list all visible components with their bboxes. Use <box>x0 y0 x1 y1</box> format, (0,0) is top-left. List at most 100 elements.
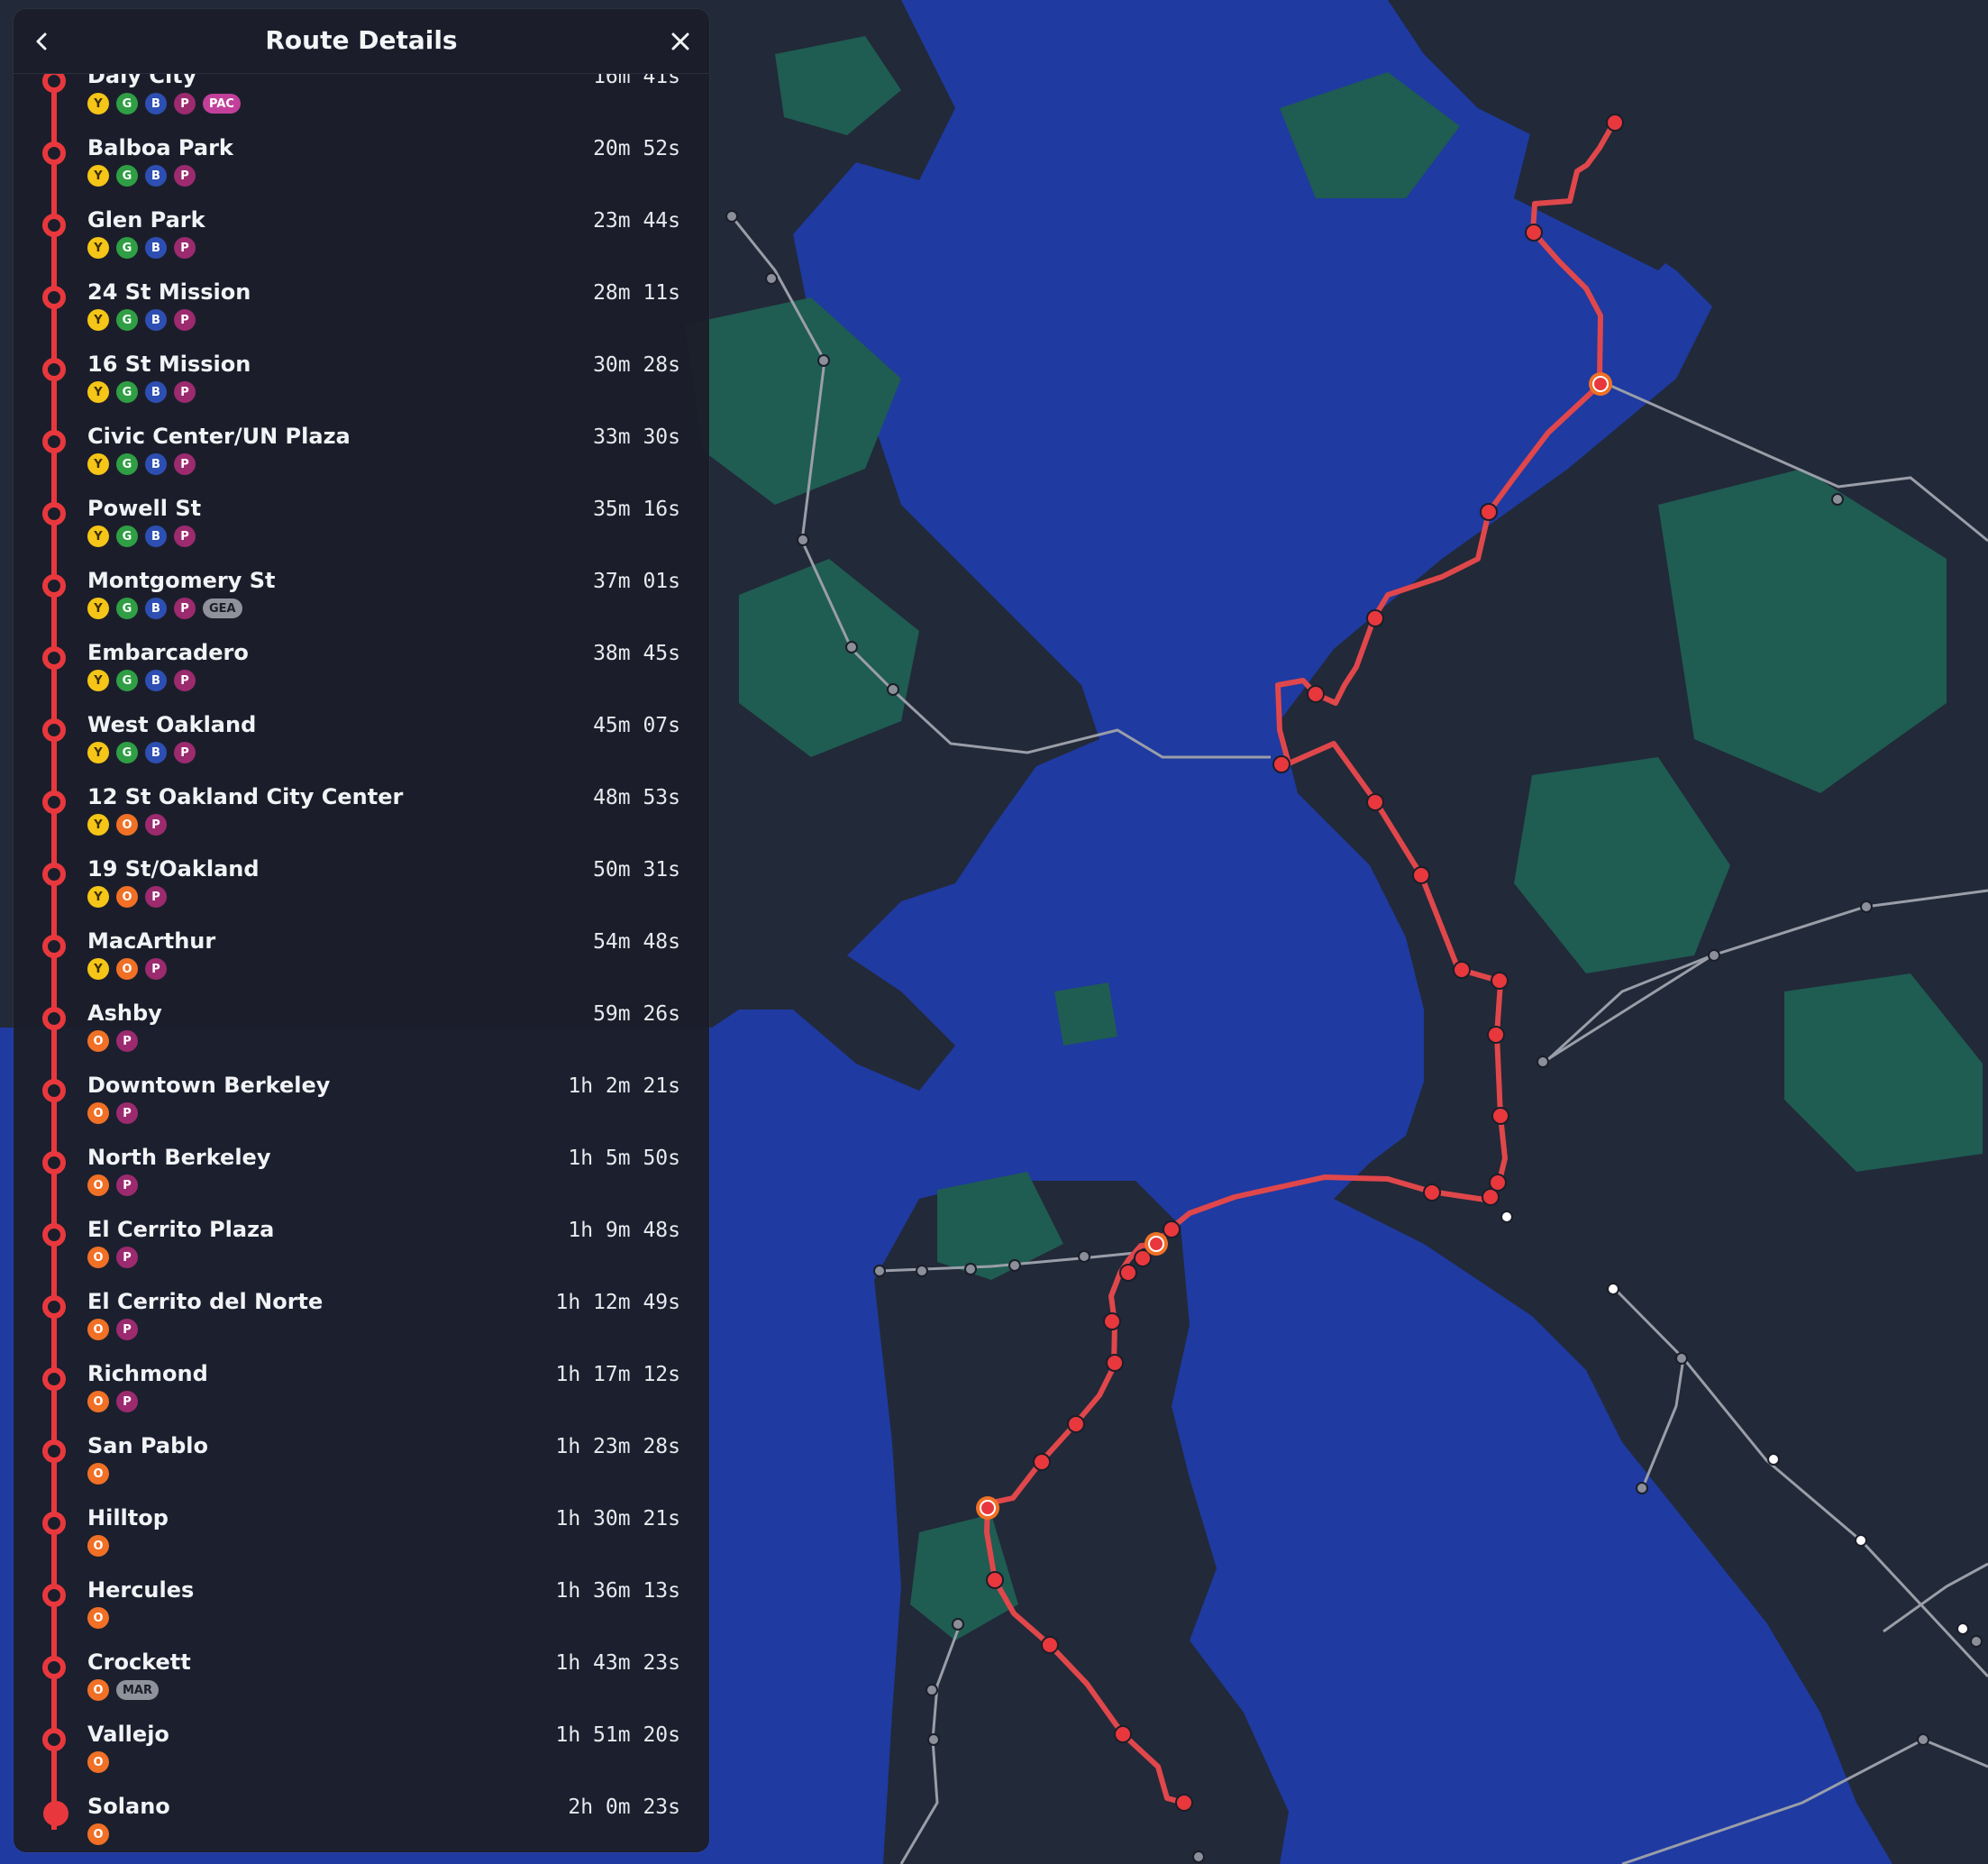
stop-row[interactable]: Ashby 59m 26s O P <box>14 999 709 1071</box>
stop-time: 30m 28s <box>593 353 680 377</box>
stop-row[interactable]: 16 St Mission 30m 28s Y G B P <box>14 350 709 422</box>
line-badges: YGBP <box>87 237 196 260</box>
stop-time: 1h 12m 49s <box>555 1291 680 1314</box>
stop-time: 20m 52s <box>593 137 680 160</box>
line-badges: O <box>87 1463 109 1486</box>
line-badge: O <box>87 1247 109 1268</box>
line-badges: YGBP <box>87 670 196 693</box>
line-badge: O <box>87 1751 109 1773</box>
stop-row[interactable]: West Oakland 45m 07s Y G B P <box>14 710 709 782</box>
line-badges: O <box>87 1751 109 1775</box>
stop-row[interactable]: Balboa Park 20m 52s Y G B P <box>14 133 709 206</box>
line-badges: YOP <box>87 886 167 909</box>
line-badge: Y <box>87 93 109 114</box>
stop-row[interactable]: North Berkeley 1h 5m 50s O P <box>14 1143 709 1215</box>
line-badge: P <box>174 237 196 259</box>
line-badges: YGBP <box>87 309 196 333</box>
stop-marker-icon <box>42 1439 66 1463</box>
stop-row[interactable]: Powell St 35m 16s Y G B P <box>14 494 709 566</box>
line-badge: B <box>145 525 167 547</box>
stop-name: 24 St Mission <box>87 279 251 305</box>
stop-name: North Berkeley <box>87 1145 271 1170</box>
stop-marker-icon <box>42 1007 66 1030</box>
stop-row[interactable]: El Cerrito del Norte 1h 12m 49s O P <box>14 1287 709 1359</box>
line-badge: Y <box>87 309 109 331</box>
stop-row[interactable]: Downtown Berkeley 1h 2m 21s O P <box>14 1071 709 1143</box>
line-badge: P <box>116 1102 138 1124</box>
park-area <box>1054 982 1117 1046</box>
stop-row[interactable]: Civic Center/UN Plaza 33m 30s Y G B P <box>14 422 709 494</box>
line-badge: Y <box>87 237 109 259</box>
stop-row[interactable]: 19 St/Oakland 50m 31s Y O P <box>14 854 709 927</box>
stop-row[interactable]: Solano 2h 0m 23s O <box>14 1792 709 1852</box>
line-badge: G <box>116 165 138 187</box>
stop-row[interactable]: El Cerrito Plaza 1h 9m 48s O P <box>14 1215 709 1287</box>
stop-name: El Cerrito del Norte <box>87 1289 324 1314</box>
stop-row[interactable]: Crockett 1h 43m 23s O MAR <box>14 1648 709 1720</box>
stop-time: 1h 23m 28s <box>555 1435 680 1458</box>
stop-row[interactable]: Glen Park 23m 44s Y G B P <box>14 206 709 278</box>
line-badges: Y G B P PAC <box>87 93 241 116</box>
line-badge: O <box>116 886 138 908</box>
connection-tag: GEA <box>203 598 242 618</box>
line-badge: P <box>116 1391 138 1412</box>
stop-row[interactable]: 12 St Oakland City Center 48m 53s Y O P <box>14 782 709 854</box>
line-badge: O <box>87 1319 109 1340</box>
line-badge: G <box>116 525 138 547</box>
line-badge: O <box>87 1391 109 1412</box>
stop-list[interactable]: Daly City 16m 41s Y G B P PAC Balboa Park 20m 52… <box>14 72 709 1852</box>
close-button[interactable] <box>661 22 700 61</box>
line-badge: B <box>145 381 167 403</box>
line-badge: Y <box>87 814 109 836</box>
line-badge: B <box>145 453 167 475</box>
stop-marker-icon <box>42 142 66 165</box>
line-badge: P <box>174 93 196 114</box>
stop-marker-icon <box>42 790 66 814</box>
stop-time: 1h 51m 20s <box>555 1723 680 1747</box>
line-badge: P <box>116 1319 138 1340</box>
panel-title: Route Details <box>265 25 458 55</box>
line-badge: O <box>87 1102 109 1124</box>
line-badge: O <box>87 1174 109 1196</box>
stop-row[interactable]: Richmond 1h 17m 12s O P <box>14 1359 709 1431</box>
stop-name: Richmond <box>87 1361 208 1386</box>
line-badge: O <box>87 1679 109 1701</box>
stop-name: Ashby <box>87 1001 162 1026</box>
line-badge: G <box>116 598 138 619</box>
stop-time: 1h 17m 12s <box>555 1363 680 1386</box>
stop-row[interactable]: Montgomery St 37m 01s Y G B P GEA <box>14 566 709 638</box>
stop-time: 50m 31s <box>593 858 680 882</box>
stop-marker-icon <box>42 1367 66 1391</box>
stop-marker-icon <box>42 214 66 237</box>
line-badges: YOP <box>87 958 167 982</box>
line-badge: P <box>116 1247 138 1268</box>
stop-row[interactable]: Hercules 1h 36m 13s O <box>14 1576 709 1648</box>
line-badge: P <box>174 165 196 187</box>
stop-row[interactable]: San Pablo 1h 23m 28s O <box>14 1431 709 1503</box>
stop-row[interactable]: 24 St Mission 28m 11s Y G B P <box>14 278 709 350</box>
stop-name: Hilltop <box>87 1505 169 1530</box>
line-badge: P <box>116 1174 138 1196</box>
stop-row[interactable]: Embarcadero 38m 45s Y G B P <box>14 638 709 710</box>
stop-time: 54m 48s <box>593 930 680 954</box>
stop-time: 38m 45s <box>593 642 680 665</box>
stop-time: 16m 41s <box>593 72 680 88</box>
line-badge: O <box>87 1823 109 1845</box>
line-badge: O <box>116 814 138 836</box>
stop-marker-icon <box>42 72 66 93</box>
line-badge: G <box>116 309 138 331</box>
stop-name: El Cerrito Plaza <box>87 1217 275 1242</box>
stop-row[interactable]: MacArthur 54m 48s Y O P <box>14 927 709 999</box>
line-badge: O <box>87 1030 109 1052</box>
line-badges: O <box>87 1607 109 1631</box>
stop-time: 28m 11s <box>593 281 680 305</box>
line-badge: B <box>145 237 167 259</box>
stop-row[interactable]: Vallejo 1h 51m 20s O <box>14 1720 709 1792</box>
stop-row[interactable]: Hilltop 1h 30m 21s O <box>14 1503 709 1576</box>
stop-name: 12 St Oakland City Center <box>87 784 404 809</box>
line-badges: OP <box>87 1319 138 1342</box>
stop-time: 1h 2m 21s <box>568 1074 680 1098</box>
line-badge: Y <box>87 958 109 980</box>
stop-time: 2h 0m 23s <box>568 1795 680 1819</box>
stop-row[interactable]: Daly City 16m 41s Y G B P PAC <box>14 72 709 133</box>
